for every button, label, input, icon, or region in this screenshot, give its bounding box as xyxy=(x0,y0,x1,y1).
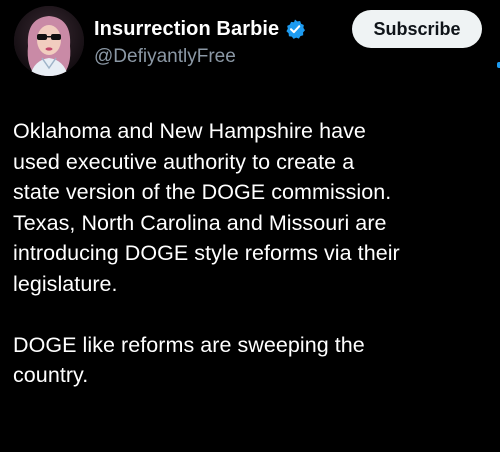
display-name[interactable]: Insurrection Barbie xyxy=(94,18,279,41)
verified-badge-icon xyxy=(284,18,306,40)
post-card: Insurrection Barbie @DefiyantlyFree Subs… xyxy=(0,0,500,452)
post-paragraph: Oklahoma and New Hampshire have used exe… xyxy=(13,119,400,296)
subscribe-button[interactable]: Subscribe xyxy=(352,10,482,48)
user-handle[interactable]: @DefiyantlyFree xyxy=(94,46,236,68)
post-paragraph: DOGE like reforms are sweeping the count… xyxy=(13,332,365,388)
post-text: Oklahoma and New Hampshire have used exe… xyxy=(13,116,495,391)
profile-photo-icon xyxy=(14,6,84,76)
name-row: Insurrection Barbie xyxy=(94,16,306,42)
avatar[interactable] xyxy=(14,6,84,76)
post-header: Insurrection Barbie @DefiyantlyFree Subs… xyxy=(14,4,500,78)
